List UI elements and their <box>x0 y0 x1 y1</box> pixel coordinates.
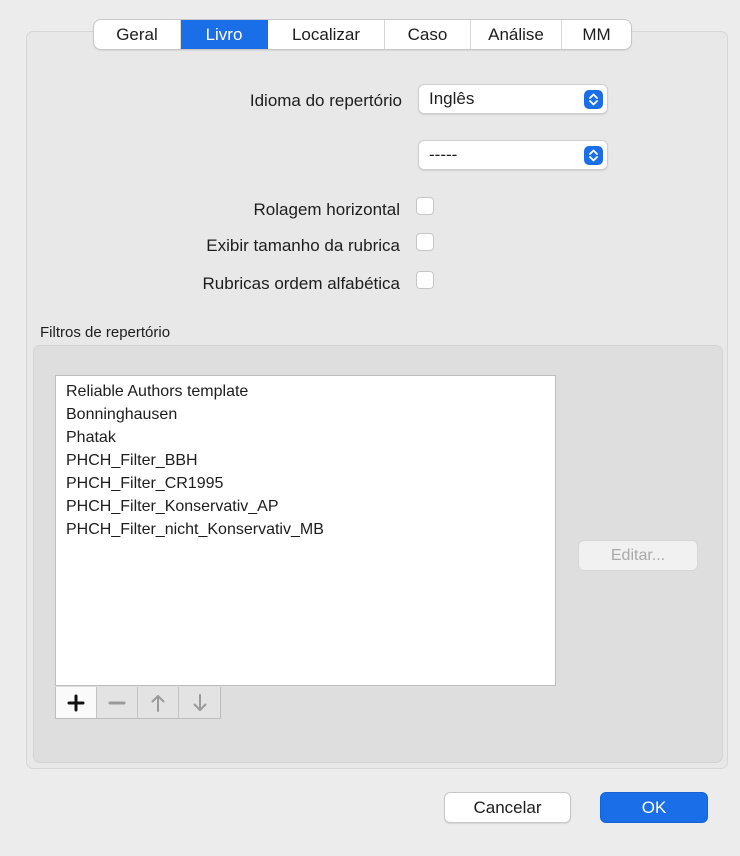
list-item[interactable]: PHCH_Filter_CR1995 <box>56 472 555 495</box>
add-button[interactable] <box>56 687 97 718</box>
minus-icon <box>108 701 126 704</box>
cancel-button[interactable]: Cancelar <box>444 792 571 823</box>
option-label-alphabetical: Rubricas ordem alfabética <box>202 274 400 293</box>
list-item[interactable]: Bonninghausen <box>56 403 555 426</box>
horizontal-scroll-checkbox[interactable] <box>416 197 434 215</box>
arrow-down-icon <box>193 693 206 711</box>
edit-button[interactable]: Editar... <box>578 540 698 571</box>
filters-list[interactable]: Reliable Authors template Bonninghausen … <box>55 375 556 686</box>
list-toolbar <box>55 687 221 719</box>
tab-caso[interactable]: Caso <box>385 20 471 49</box>
move-down-button[interactable] <box>179 687 220 718</box>
rubric-size-checkbox[interactable] <box>416 233 434 251</box>
list-item[interactable]: PHCH_Filter_nicht_Konservativ_MB <box>56 518 555 541</box>
tab-mm[interactable]: MM <box>562 20 631 49</box>
option-label-horizontal-scroll: Rolagem horizontal <box>253 200 400 219</box>
move-up-button[interactable] <box>138 687 179 718</box>
arrow-up-icon <box>151 694 165 712</box>
language-label: Idioma do repertório <box>249 91 402 110</box>
tab-livro[interactable]: Livro <box>181 20 268 49</box>
tab-analise[interactable]: Análise <box>471 20 562 49</box>
filters-section-title: Filtros de repertório <box>40 324 171 341</box>
option-label-rubric-size: Exibir tamanho da rubrica <box>206 236 400 255</box>
chevron-updown-icon <box>584 90 603 109</box>
list-item[interactable]: Phatak <box>56 426 555 449</box>
list-item[interactable]: Reliable Authors template <box>56 380 555 403</box>
language-value: Inglês <box>429 89 475 108</box>
secondary-language-select[interactable]: ----- <box>418 140 608 170</box>
list-item[interactable]: PHCH_Filter_BBH <box>56 449 555 472</box>
chevron-updown-icon <box>584 146 603 165</box>
secondary-language-value: ----- <box>429 145 458 164</box>
ok-button[interactable]: OK <box>600 792 708 823</box>
remove-button[interactable] <box>97 687 138 718</box>
plus-icon <box>67 694 85 711</box>
tab-geral[interactable]: Geral <box>94 20 181 49</box>
list-item[interactable]: PHCH_Filter_Konservativ_AP <box>56 495 555 518</box>
language-select[interactable]: Inglês <box>418 84 608 114</box>
tab-localizar[interactable]: Localizar <box>268 20 385 49</box>
tab-bar: Geral Livro Localizar Caso Análise MM <box>93 19 632 50</box>
alphabetical-checkbox[interactable] <box>416 271 434 289</box>
